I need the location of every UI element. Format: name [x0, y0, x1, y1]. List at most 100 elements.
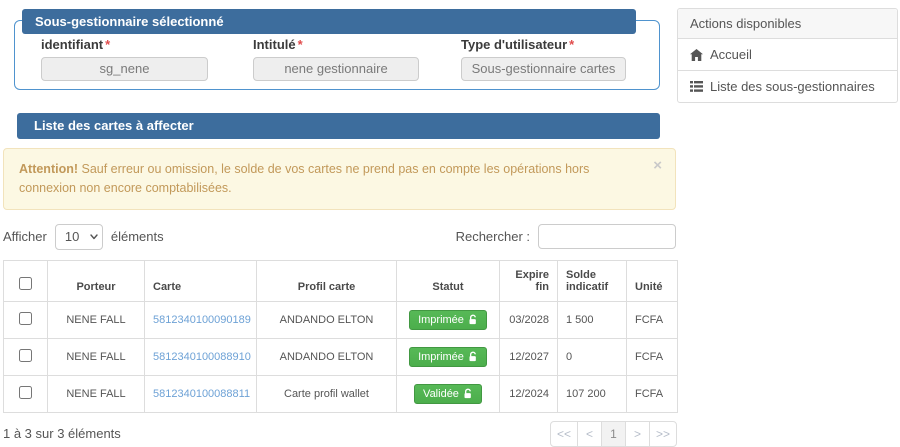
field-type-utilisateur: Type d'utilisateur* Sous-gestionnaire ca… [461, 37, 626, 81]
section-title-cards-to-assign: Liste des cartes à affecter [17, 113, 660, 139]
row-checkbox[interactable] [19, 386, 32, 399]
selected-submanager-panel: Sous-gestionnaire sélectionné identifian… [14, 20, 660, 90]
page: Sous-gestionnaire sélectionné identifian… [0, 0, 900, 447]
search-input[interactable] [538, 224, 676, 249]
unlock-icon [468, 314, 478, 325]
pagination-prev-button[interactable]: < [577, 421, 602, 447]
required-asterisk: * [298, 37, 303, 52]
show-label: Afficher [3, 229, 47, 244]
field-label-text: Type d'utilisateur [461, 37, 567, 52]
header-solde-indicatif[interactable]: Solde indicatif [558, 260, 627, 301]
row-select-cell [4, 301, 48, 338]
field-label-text: identifiant [41, 37, 103, 52]
status-badge[interactable]: Imprimée [409, 347, 487, 367]
cell-carte: 5812340100088811 [145, 375, 257, 412]
status-badge-label: Imprimée [418, 351, 464, 363]
select-all-checkbox[interactable] [19, 277, 32, 290]
cell-profil: ANDANDO ELTON [257, 301, 397, 338]
cell-unite: FCFA [627, 338, 678, 375]
header-porteur[interactable]: Porteur [48, 260, 145, 301]
pagination-page-1-button[interactable]: 1 [601, 421, 626, 447]
sidebar-item-label: Accueil [710, 47, 752, 62]
alert-bold-text: Attention! [19, 162, 78, 176]
list-icon [690, 81, 703, 92]
table-row: NENE FALL 5812340100088811 Carte profil … [4, 375, 678, 412]
cards-table: Porteur Carte Profil carte Statut Expire… [3, 260, 678, 413]
cell-porteur: NENE FALL [48, 375, 145, 412]
cell-statut: Validée [397, 375, 500, 412]
cell-solde: 107 200 [558, 375, 627, 412]
sidebar-title: Actions disponibles [678, 9, 897, 39]
header-expire-fin[interactable]: Expire fin [500, 260, 558, 301]
type-utilisateur-value: Sous-gestionnaire cartes [461, 57, 626, 81]
sidebar-item-accueil[interactable]: Accueil [678, 39, 897, 71]
required-asterisk: * [569, 37, 574, 52]
cell-profil: Carte profil wallet [257, 375, 397, 412]
field-label-text: Intitulé [253, 37, 296, 52]
cell-porteur: NENE FALL [48, 301, 145, 338]
header-carte[interactable]: Carte [145, 260, 257, 301]
cell-porteur: NENE FALL [48, 338, 145, 375]
cell-carte: 5812340100090189 [145, 301, 257, 338]
cell-carte: 5812340100088910 [145, 338, 257, 375]
status-badge[interactable]: Imprimée [409, 310, 487, 330]
cell-statut: Imprimée [397, 301, 500, 338]
table-info: 1 à 3 sur 3 éléments [3, 426, 121, 441]
select-all-header-cell [4, 260, 48, 301]
cell-solde: 1 500 [558, 301, 627, 338]
cell-unite: FCFA [627, 301, 678, 338]
table-toolbar: Afficher 10 éléments Rechercher : [3, 224, 676, 250]
row-select-cell [4, 375, 48, 412]
header-profil-carte[interactable]: Profil carte [257, 260, 397, 301]
header-unite[interactable]: Unité [627, 260, 678, 301]
cell-expire: 12/2027 [500, 338, 558, 375]
alert-text: Sauf erreur ou omission, le solde de vos… [19, 162, 589, 195]
page-size-select[interactable]: 10 [55, 224, 103, 250]
row-checkbox[interactable] [19, 349, 32, 362]
unlock-icon [468, 351, 478, 362]
table-header-row: Porteur Carte Profil carte Statut Expire… [4, 260, 678, 301]
main-column: Sous-gestionnaire sélectionné identifian… [0, 0, 677, 447]
identifiant-value: sg_nene [41, 57, 208, 81]
actions-sidebar: Actions disponibles Accueil Liste des so… [677, 8, 898, 103]
intitule-value: nene gestionnaire [253, 57, 419, 81]
required-asterisk: * [105, 37, 110, 52]
status-badge-label: Imprimée [418, 314, 464, 326]
cell-unite: FCFA [627, 375, 678, 412]
table-row: NENE FALL 5812340100090189 ANDANDO ELTON… [4, 301, 678, 338]
row-select-cell [4, 338, 48, 375]
pagination: << < 1 > >> [550, 421, 677, 447]
field-label: Intitulé* [253, 37, 419, 52]
search-label: Rechercher : [456, 229, 530, 244]
row-checkbox[interactable] [19, 312, 32, 325]
close-icon[interactable]: × [653, 158, 662, 173]
status-badge-label: Validée [423, 388, 459, 400]
page-length-control: Afficher 10 éléments [3, 224, 164, 250]
status-badge[interactable]: Validée [414, 384, 482, 404]
warning-alert: Attention! Sauf erreur ou omission, le s… [3, 148, 676, 210]
page-size-select-wrap: 10 [55, 224, 103, 250]
cell-expire: 03/2028 [500, 301, 558, 338]
card-number-link[interactable]: 5812340100088910 [153, 351, 251, 363]
card-number-link[interactable]: 5812340100088811 [153, 388, 250, 400]
sidebar-item-liste-sous-gestionnaires[interactable]: Liste des sous-gestionnaires [678, 71, 897, 102]
card-number-link[interactable]: 5812340100090189 [153, 314, 251, 326]
pagination-last-button[interactable]: >> [649, 421, 677, 447]
items-label: éléments [111, 229, 164, 244]
sidebar-item-label: Liste des sous-gestionnaires [710, 79, 875, 94]
field-label: identifiant* [41, 37, 208, 52]
field-intitule: Intitulé* nene gestionnaire [253, 37, 419, 81]
unlock-icon [463, 388, 473, 399]
pagination-next-button[interactable]: > [625, 421, 650, 447]
table-header: Porteur Carte Profil carte Statut Expire… [4, 260, 678, 301]
field-label: Type d'utilisateur* [461, 37, 626, 52]
header-statut[interactable]: Statut [397, 260, 500, 301]
cell-expire: 12/2024 [500, 375, 558, 412]
field-identifiant: identifiant* sg_nene [41, 37, 208, 81]
pagination-first-button[interactable]: << [550, 421, 578, 447]
cell-statut: Imprimée [397, 338, 500, 375]
cell-profil: ANDANDO ELTON [257, 338, 397, 375]
home-icon [690, 49, 703, 61]
table-row: NENE FALL 5812340100088910 ANDANDO ELTON… [4, 338, 678, 375]
panel-title: Sous-gestionnaire sélectionné [22, 9, 636, 34]
